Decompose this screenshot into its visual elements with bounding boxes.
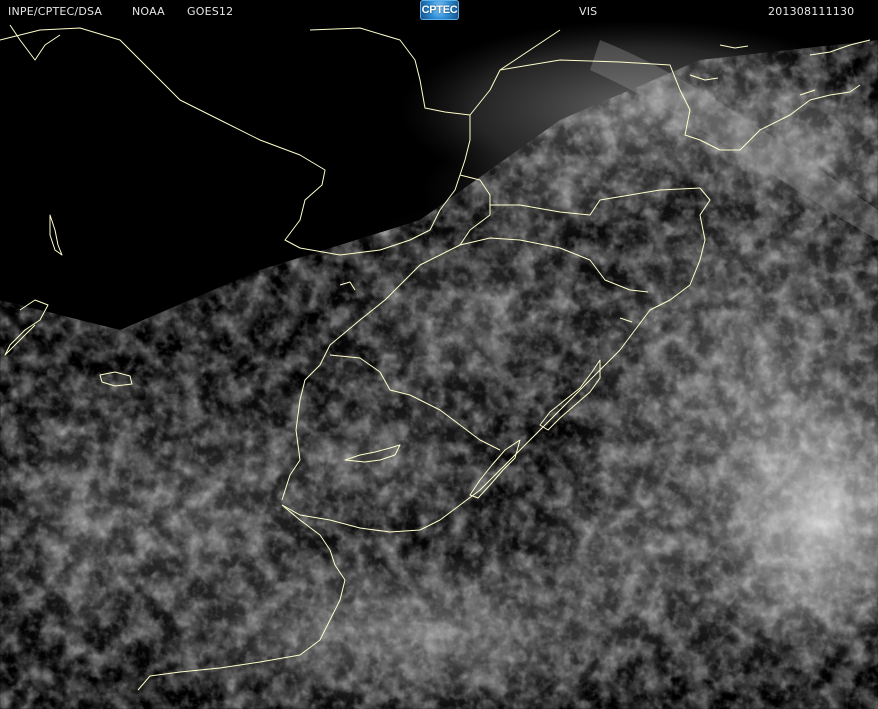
cptec-logo-icon: CPTEC — [420, 0, 459, 20]
source-label: NOAA — [132, 5, 165, 18]
satellite-image-svg — [0, 22, 878, 709]
logo-text: CPTEC — [421, 4, 458, 16]
satellite-label: GOES12 — [187, 5, 234, 18]
image-header-bar: INPE/CPTEC/DSA NOAA GOES12 CPTEC VIS 201… — [0, 0, 878, 22]
satellite-image — [0, 22, 878, 709]
timestamp-label: 201308111130 — [768, 5, 855, 18]
agency-label: INPE/CPTEC/DSA — [8, 5, 103, 18]
channel-label: VIS — [579, 5, 598, 18]
